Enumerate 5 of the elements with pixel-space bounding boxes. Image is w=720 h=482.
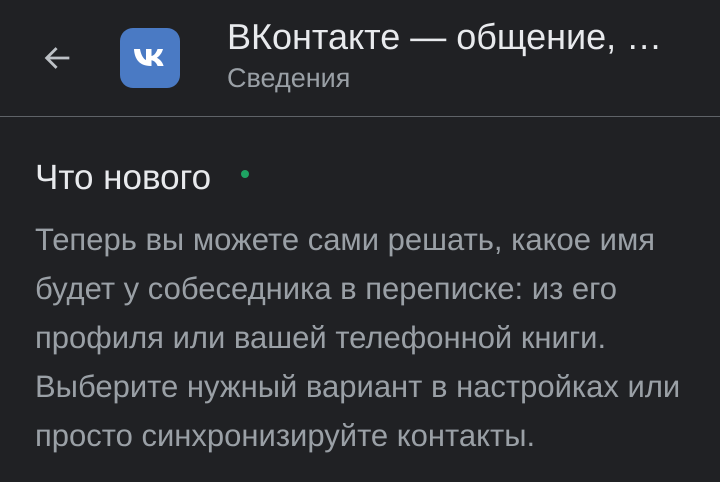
app-logo-icon bbox=[120, 28, 180, 88]
release-notes: Теперь вы можете сами решать, какое имя будет у собеседника в переписке: из его профиля или вашей телефонной книги. Выберите нужный вариант в настройках или просто синхронизируйте контакты. bbox=[35, 221, 682, 455]
section-heading: Что нового bbox=[35, 157, 212, 199]
page-subtitle: Сведения bbox=[227, 62, 352, 94]
app-title: ВКонтакте — общение, … bbox=[227, 16, 662, 58]
